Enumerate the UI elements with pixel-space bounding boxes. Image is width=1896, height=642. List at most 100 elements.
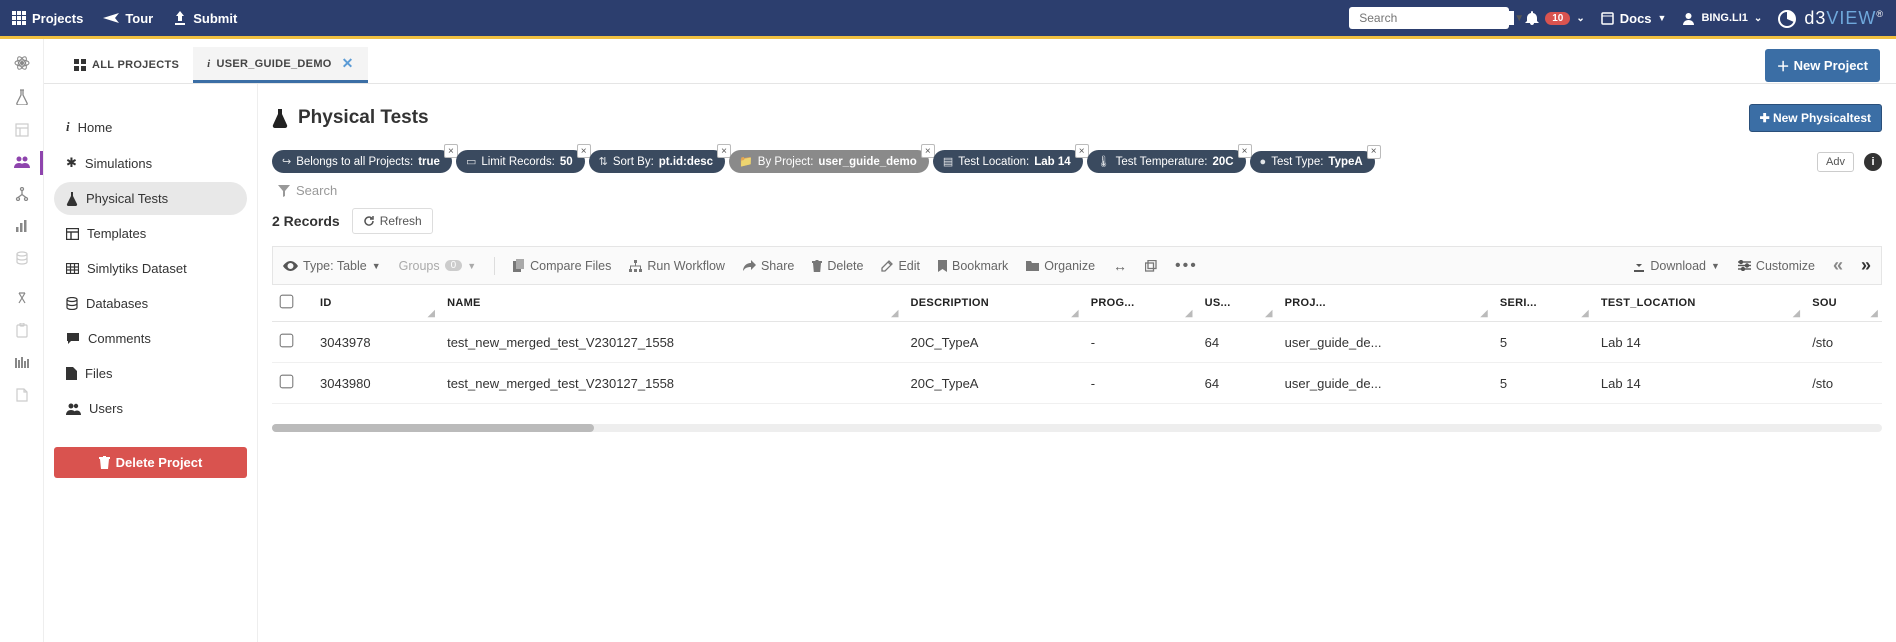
chip-close-icon[interactable]: ×: [1238, 144, 1252, 158]
filter-chip[interactable]: ↪Belongs to all Projects: true×: [272, 150, 452, 173]
chip-close-icon[interactable]: ×: [921, 144, 935, 158]
resize-h-button[interactable]: ↔: [1113, 258, 1127, 274]
nav-submit[interactable]: Submit: [173, 11, 237, 26]
rail-compass-icon[interactable]: [15, 291, 29, 305]
rail-tree-icon[interactable]: [15, 187, 29, 201]
resize-handle-icon[interactable]: ◢: [891, 308, 898, 319]
col-header[interactable]: ID◢: [312, 285, 439, 322]
col-header[interactable]: NAME◢: [439, 285, 902, 322]
chip-close-icon[interactable]: ×: [1075, 144, 1089, 158]
nav-tour[interactable]: Tour: [103, 11, 153, 26]
nav-docs[interactable]: Docs ▼: [1601, 11, 1667, 26]
rail-bars-icon[interactable]: [15, 356, 29, 370]
more-button[interactable]: •••: [1175, 257, 1198, 275]
rail-people-icon[interactable]: [14, 155, 30, 169]
download-label: Download: [1650, 259, 1706, 273]
filter-search-row[interactable]: Search: [272, 179, 1882, 202]
filter-chip[interactable]: ●Test Type: TypeA×: [1250, 151, 1375, 173]
select-all-checkbox[interactable]: [280, 295, 294, 309]
sidebar-item-users[interactable]: Users: [54, 392, 247, 425]
resize-handle-icon[interactable]: ◢: [1072, 308, 1079, 319]
type-dropdown[interactable]: Type: Table ▼: [283, 259, 381, 273]
filter-chip[interactable]: ⇅Sort By: pt.id:desc×: [589, 150, 725, 173]
copy-button[interactable]: [1145, 260, 1157, 272]
rail-database-icon[interactable]: [15, 251, 29, 265]
sidebar-item-files[interactable]: Files: [54, 357, 247, 390]
row-checkbox[interactable]: [280, 375, 294, 389]
groups-dropdown[interactable]: Groups 0 ▼: [399, 259, 476, 273]
nav-projects[interactable]: Projects: [12, 11, 83, 26]
project-sidebar: i Home ✱ Simulations Physical Tests Temp…: [44, 84, 258, 642]
resize-handle-icon[interactable]: ◢: [1185, 308, 1192, 319]
filter-chip[interactable]: 📁By Project: user_guide_demo×: [729, 150, 929, 173]
filter-chip[interactable]: 🌡Test Temperature: 20C×: [1087, 150, 1246, 173]
filter-chip[interactable]: ▤Test Location: Lab 14×: [933, 150, 1083, 173]
sidebar-item-databases[interactable]: Databases: [54, 287, 247, 320]
sidebar-label: Home: [78, 120, 113, 135]
rail-doc-icon[interactable]: [16, 388, 28, 402]
caret-down-icon[interactable]: ▼: [1514, 13, 1524, 24]
cell-id: 3043980: [312, 363, 439, 404]
tab-current-project[interactable]: i USER_GUIDE_DEMO ✕: [193, 47, 368, 83]
customize-button[interactable]: Customize: [1738, 259, 1815, 273]
global-search-input[interactable]: [1359, 11, 1514, 25]
rail-flask-icon[interactable]: [15, 89, 29, 105]
resize-handle-icon[interactable]: ◢: [1793, 308, 1800, 319]
chip-close-icon[interactable]: ×: [444, 144, 458, 158]
rail-atom-icon[interactable]: [14, 55, 30, 71]
resize-handle-icon[interactable]: ◢: [1871, 308, 1878, 319]
share-button[interactable]: Share: [743, 259, 794, 273]
row-checkbox[interactable]: [280, 334, 294, 348]
upload-icon: [173, 11, 187, 25]
sidebar-item-templates[interactable]: Templates: [54, 217, 247, 250]
chip-close-icon[interactable]: ×: [577, 144, 591, 158]
delete-button[interactable]: Delete: [812, 259, 863, 273]
refresh-button[interactable]: Refresh: [352, 208, 433, 234]
organize-button[interactable]: Organize: [1026, 259, 1095, 273]
nav-user[interactable]: BING.LI1 ⌄: [1682, 12, 1762, 25]
edit-button[interactable]: Edit: [881, 259, 920, 273]
delete-project-button[interactable]: Delete Project: [54, 447, 247, 478]
page-next-button[interactable]: »: [1861, 255, 1871, 276]
sidebar-item-simlytiks[interactable]: Simlytiks Dataset: [54, 252, 247, 285]
close-tab-icon[interactable]: ✕: [342, 55, 354, 72]
page-prev-button[interactable]: «: [1833, 255, 1843, 276]
download-dropdown[interactable]: Download ▼: [1633, 259, 1720, 273]
compare-files-button[interactable]: Compare Files: [513, 259, 611, 273]
sidebar-item-home[interactable]: i Home: [54, 110, 247, 144]
filter-chip[interactable]: ▭Limit Records: 50×: [456, 150, 585, 173]
col-header[interactable]: PROG...◢: [1083, 285, 1197, 322]
table-row[interactable]: 3043978test_new_merged_test_V230127_1558…: [272, 322, 1882, 363]
scrollbar-thumb[interactable]: [272, 424, 594, 432]
adv-button[interactable]: Adv: [1817, 152, 1854, 172]
chip-close-icon[interactable]: ×: [1367, 145, 1381, 159]
page-title: Physical Tests: [272, 107, 429, 129]
sidebar-item-physical-tests[interactable]: Physical Tests: [54, 182, 247, 215]
notifications[interactable]: 10 ⌄: [1525, 11, 1585, 25]
tab-all-projects[interactable]: ALL PROJECTS: [60, 51, 193, 79]
resize-handle-icon[interactable]: ◢: [1582, 308, 1589, 319]
rail-chart-icon[interactable]: [15, 219, 29, 233]
resize-handle-icon[interactable]: ◢: [428, 308, 435, 319]
rail-clipboard-icon[interactable]: [16, 323, 28, 338]
col-header[interactable]: US...◢: [1197, 285, 1277, 322]
table-row[interactable]: 3043980test_new_merged_test_V230127_1558…: [272, 363, 1882, 404]
col-header[interactable]: PROJ...◢: [1277, 285, 1492, 322]
col-header[interactable]: SOU◢: [1804, 285, 1882, 322]
col-header[interactable]: SERI...◢: [1492, 285, 1593, 322]
run-workflow-button[interactable]: Run Workflow: [629, 259, 725, 273]
col-checkbox[interactable]: [272, 285, 312, 322]
col-header[interactable]: TEST_LOCATION◢: [1593, 285, 1804, 322]
info-tooltip-icon[interactable]: i: [1864, 153, 1882, 171]
col-header[interactable]: DESCRIPTION◢: [903, 285, 1083, 322]
sidebar-item-comments[interactable]: Comments: [54, 322, 247, 355]
horizontal-scrollbar[interactable]: [272, 424, 1882, 432]
new-project-button[interactable]: ＋ New Project: [1765, 49, 1880, 82]
rail-layout-icon[interactable]: [15, 123, 29, 137]
global-search[interactable]: ▼: [1349, 7, 1509, 29]
resize-handle-icon[interactable]: ◢: [1481, 308, 1488, 319]
resize-handle-icon[interactable]: ◢: [1265, 308, 1272, 319]
bookmark-button[interactable]: Bookmark: [938, 259, 1008, 273]
sidebar-item-simulations[interactable]: ✱ Simulations: [54, 146, 247, 180]
new-physicaltest-button[interactable]: ✚ New Physicaltest: [1749, 104, 1882, 132]
